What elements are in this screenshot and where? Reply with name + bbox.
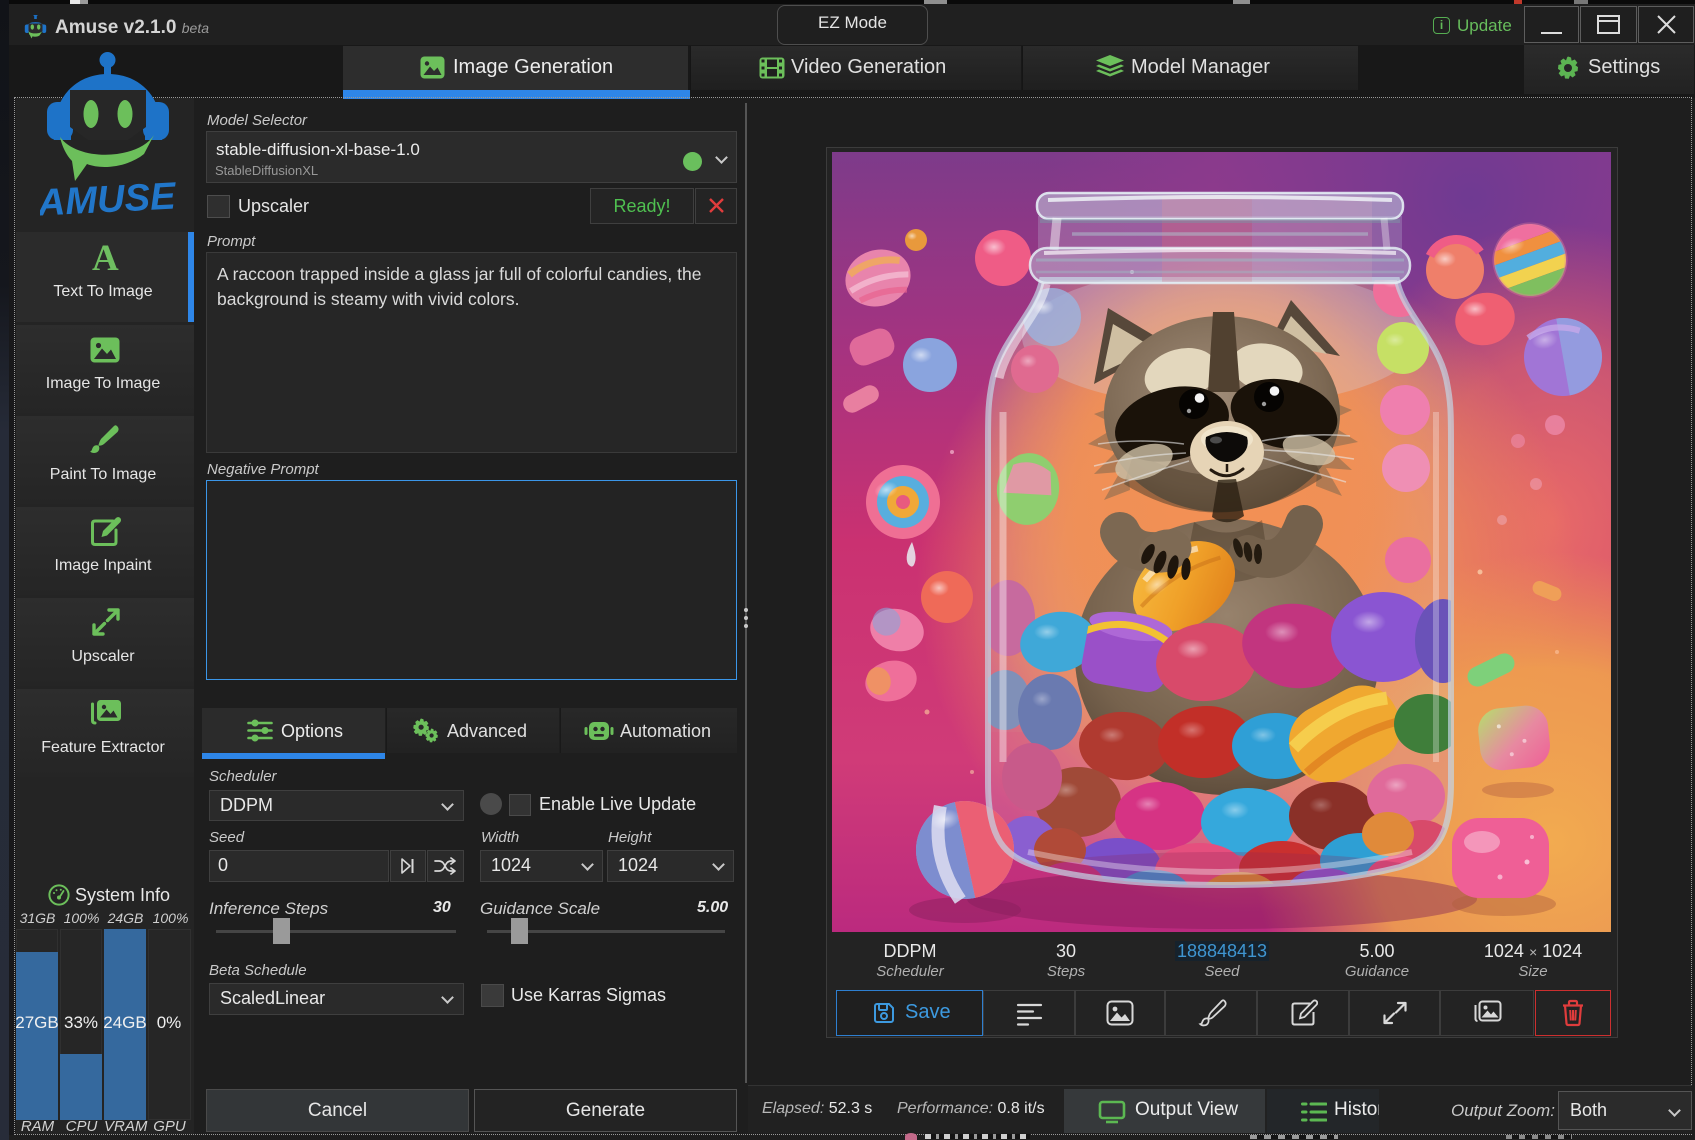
svg-text:AMUSE: AMUSE — [40, 175, 176, 220]
